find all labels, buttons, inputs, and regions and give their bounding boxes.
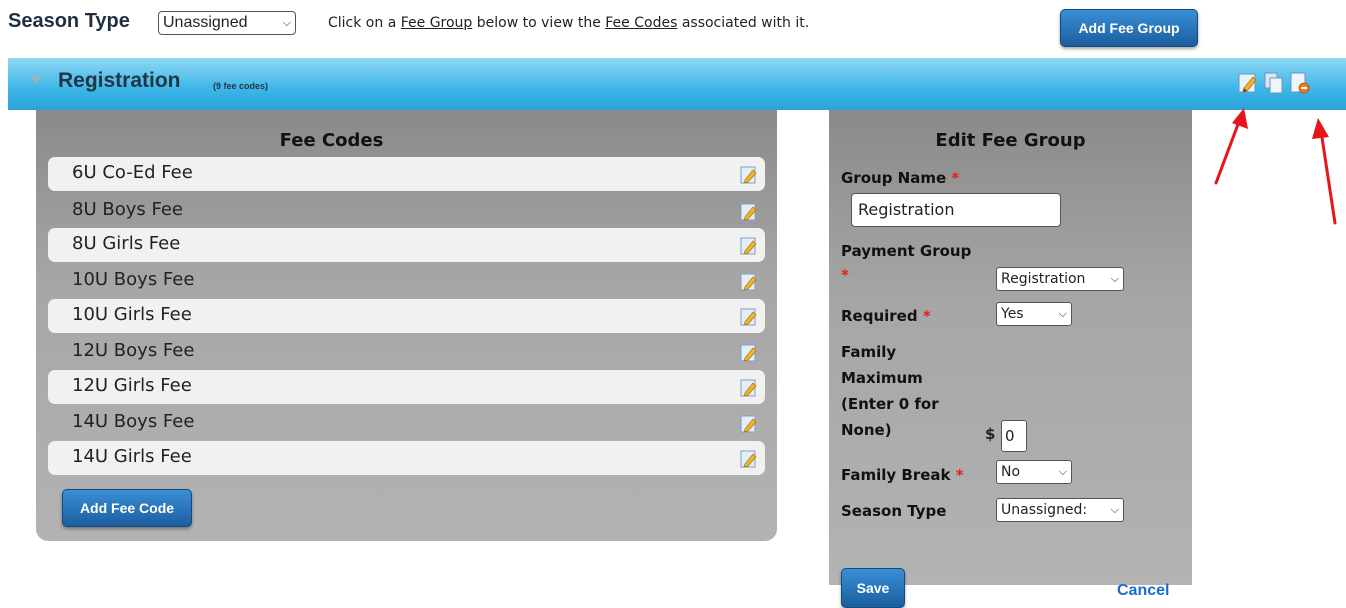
fee-code-row[interactable]: 6U Co-Ed Fee	[48, 157, 765, 191]
payment-group-select[interactable]: Registration ⌵	[996, 267, 1124, 291]
chevron-down-icon: ⌵	[282, 16, 291, 29]
edit-fee-group-panel: Edit Fee Group Group Name * Registration…	[829, 110, 1192, 608]
family-break-select[interactable]: No ⌵	[996, 460, 1072, 484]
instruction-suffix: associated with it.	[677, 15, 810, 31]
edit-fee-group-title: Edit Fee Group	[935, 130, 1086, 151]
fee-code-row[interactable]: 8U Boys Fee	[48, 194, 765, 228]
season-type-label: Season Type	[8, 10, 130, 32]
fee-code-name[interactable]: 10U Boys Fee	[72, 269, 194, 290]
required-marker: *	[841, 266, 849, 284]
required-marker: *	[955, 466, 964, 484]
edit-icon[interactable]	[740, 166, 758, 184]
fee-code-name[interactable]: 10U Girls Fee	[72, 304, 192, 325]
top-bar: Season Type Unassigned ⌵ Click on a Fee …	[0, 0, 1346, 56]
edit-icon[interactable]	[1238, 72, 1258, 94]
family-maximum-field[interactable]: 0	[1001, 420, 1027, 452]
edit-icon[interactable]	[740, 415, 758, 433]
copy-icon[interactable]	[1264, 72, 1284, 94]
fee-code-row[interactable]: 8U Girls Fee	[48, 228, 765, 262]
family-maximum-label: Family Maximum (Enter 0 for None)	[841, 343, 939, 439]
collapse-triangle-icon[interactable]	[30, 76, 42, 84]
season-type-select[interactable]: Unassigned ⌵	[158, 11, 296, 35]
required-select[interactable]: Yes ⌵	[996, 302, 1072, 326]
fee-code-name[interactable]: 12U Boys Fee	[72, 340, 194, 361]
edit-icon[interactable]	[740, 344, 758, 362]
fee-group-link[interactable]: Fee Group	[401, 15, 473, 31]
fee-code-row[interactable]: 12U Boys Fee	[48, 335, 765, 369]
save-button[interactable]: Save	[841, 568, 905, 608]
required-value: Yes	[1001, 306, 1024, 322]
edit-icon[interactable]	[740, 450, 758, 468]
fee-code-row[interactable]: 10U Boys Fee	[48, 264, 765, 298]
fee-codes-panel: Fee Codes 6U Co-Ed Fee 8U Boys Fee 8U Gi…	[36, 110, 777, 541]
add-fee-group-button[interactable]: Add Fee Group	[1060, 9, 1198, 47]
fee-code-row[interactable]: 12U Girls Fee	[48, 370, 765, 404]
fee-code-name[interactable]: 8U Girls Fee	[72, 233, 180, 254]
fee-code-row[interactable]: 14U Girls Fee	[48, 441, 765, 475]
required-marker: *	[951, 169, 960, 187]
edit-icon[interactable]	[740, 308, 758, 326]
instruction-prefix: Click on a	[328, 15, 401, 31]
fee-code-name[interactable]: 14U Boys Fee	[72, 411, 194, 432]
add-fee-code-button[interactable]: Add Fee Code	[62, 489, 192, 527]
edit-icon[interactable]	[740, 203, 758, 221]
season-type-value: Unassigned	[163, 14, 248, 31]
chevron-down-icon: ⌵	[1110, 272, 1119, 285]
edit-icon[interactable]	[740, 273, 758, 291]
fee-group-title[interactable]: Registration	[58, 69, 181, 93]
family-break-label: Family Break *	[841, 466, 964, 484]
group-name-field[interactable]: Registration	[851, 193, 1061, 227]
payment-group-label: Payment Group	[841, 242, 972, 260]
instruction-text: Click on a Fee Group below to view the F…	[328, 15, 809, 31]
season-type-field-select[interactable]: Unassigned: ⌵	[996, 498, 1124, 522]
required-marker: *	[922, 307, 931, 325]
fee-code-row[interactable]: 14U Boys Fee	[48, 406, 765, 440]
fee-code-name[interactable]: 6U Co-Ed Fee	[72, 162, 193, 183]
currency-symbol: $	[985, 425, 996, 443]
delete-icon[interactable]	[1290, 72, 1310, 94]
annotation-arrow-left	[1214, 108, 1248, 185]
fee-code-row[interactable]: 10U Girls Fee	[48, 299, 765, 333]
edit-icon[interactable]	[740, 379, 758, 397]
group-name-label: Group Name *	[841, 169, 960, 187]
fee-code-name[interactable]: 8U Boys Fee	[72, 199, 183, 220]
fee-codes-title: Fee Codes	[279, 130, 384, 151]
season-type-field-value: Unassigned:	[1001, 502, 1088, 518]
family-break-value: No	[1001, 464, 1021, 480]
edit-icon[interactable]	[740, 237, 758, 255]
chevron-down-icon: ⌵	[1110, 503, 1119, 516]
required-label: Required *	[841, 307, 931, 325]
payment-group-value: Registration	[1001, 271, 1086, 287]
chevron-down-icon: ⌵	[1058, 465, 1067, 478]
annotation-arrow-right	[1312, 118, 1337, 225]
instruction-middle: below to view the	[472, 15, 606, 31]
chevron-down-icon: ⌵	[1058, 307, 1067, 320]
fee-codes-link[interactable]: Fee Codes	[605, 15, 677, 31]
fee-code-name[interactable]: 12U Girls Fee	[72, 375, 192, 396]
fee-group-header[interactable]: Registration (9 fee codes)	[8, 58, 1346, 110]
season-type-field-label: Season Type	[841, 502, 947, 520]
fee-code-count: (9 fee codes)	[213, 81, 269, 91]
fee-code-name[interactable]: 14U Girls Fee	[72, 446, 192, 467]
